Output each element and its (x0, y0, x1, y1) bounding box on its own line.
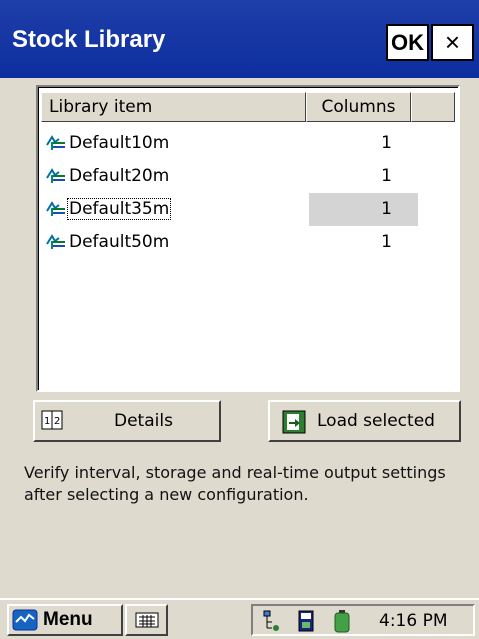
start-logo-icon (12, 609, 38, 635)
load-icon (282, 410, 306, 439)
list-item-columns: 1 (381, 133, 392, 153)
battery-icon[interactable] (333, 609, 351, 637)
taskbar: Menu 4:16 PM (0, 598, 479, 639)
stock-item-icon (45, 166, 67, 186)
details-button[interactable]: 12 Details (33, 400, 221, 442)
list-item-columns: 1 (309, 193, 418, 226)
library-list[interactable]: Library item Columns Default10m 1 Defaul… (36, 85, 460, 392)
header-blank (411, 92, 455, 122)
details-icon: 12 (41, 410, 63, 437)
list-item-columns: 1 (381, 166, 392, 186)
svg-text:1: 1 (44, 416, 50, 427)
details-label: Details (114, 411, 173, 431)
header-library-item[interactable]: Library item (41, 92, 306, 122)
keyboard-button[interactable] (125, 604, 168, 636)
keyboard-icon (135, 611, 159, 633)
stock-item-icon (45, 199, 67, 219)
list-item[interactable]: Default20m 1 (41, 160, 456, 193)
header-columns[interactable]: Columns (306, 92, 411, 122)
system-tray: 4:16 PM (251, 604, 475, 636)
load-selected-button[interactable]: Load selected (268, 400, 461, 442)
list-item-name: Default20m (69, 166, 170, 186)
start-menu-label: Menu (43, 609, 93, 630)
title-bar: Stock Library OK × (0, 0, 479, 78)
list-item[interactable]: Default50m 1 (41, 226, 456, 259)
stock-item-icon (45, 133, 67, 153)
hint-text: Verify interval, storage and real-time o… (24, 463, 446, 504)
list-item-name: Default10m (69, 133, 170, 153)
storage-card-icon[interactable] (297, 610, 315, 636)
window-title: Stock Library (12, 26, 166, 53)
network-icon[interactable] (260, 610, 284, 636)
close-button[interactable]: × (431, 24, 474, 61)
start-menu-button[interactable]: Menu (7, 604, 123, 636)
list-item-columns: 1 (381, 232, 392, 252)
list-item-name: Default50m (69, 232, 170, 252)
list-item-name: Default35m (66, 198, 172, 220)
list-item[interactable]: Default10m 1 (41, 127, 456, 160)
load-selected-label: Load selected (317, 411, 435, 431)
svg-text:2: 2 (54, 416, 60, 427)
ok-button[interactable]: OK (386, 24, 429, 61)
list-item-selected[interactable]: Default35m 1 (41, 193, 456, 226)
stock-item-icon (45, 232, 67, 252)
clock[interactable]: 4:16 PM (379, 611, 448, 631)
